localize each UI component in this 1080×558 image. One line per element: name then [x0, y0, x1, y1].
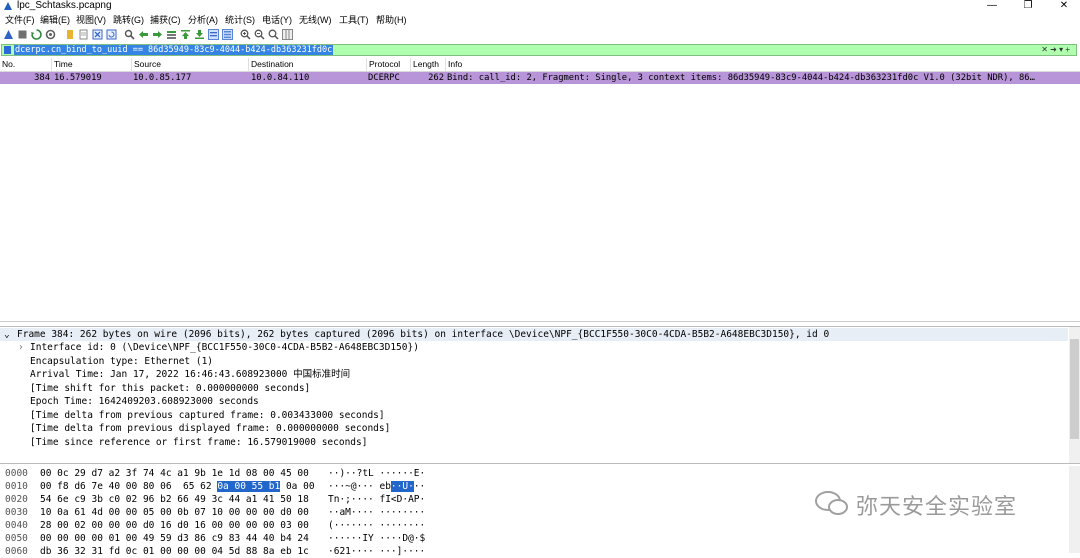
highlighted-bytes: 0a 00 55 b1	[217, 481, 281, 492]
filter-bookmark-icon[interactable]	[4, 46, 11, 54]
column-info[interactable]: Info	[446, 58, 1080, 71]
title-bar: lpc_Schtasks.pcapng — ❐ ✕	[0, 0, 1080, 13]
maximize-button[interactable]: ❐	[1013, 0, 1043, 13]
stop-capture-icon[interactable]	[17, 29, 28, 40]
menu-edit[interactable]: 编辑(E)	[40, 14, 70, 27]
tree-item-frame[interactable]: ⌄ Frame 384: 262 bytes on wire (2096 bit…	[0, 328, 1068, 341]
column-destination[interactable]: Destination	[249, 58, 367, 71]
highlighted-ascii: ··U·	[390, 481, 414, 492]
tree-item-delta-captured[interactable]: [Time delta from previous captured frame…	[30, 409, 385, 422]
go-forward-icon[interactable]	[152, 29, 163, 40]
watermark-text: 弥天安全实验室	[856, 495, 1018, 520]
close-file-icon[interactable]	[92, 29, 103, 40]
menu-statistics[interactable]: 统计(S)	[225, 14, 255, 27]
packet-protocol: DCERPC	[368, 73, 400, 83]
display-filter-bar[interactable]: dcerpc.cn_bind_to_uuid == 86d35949-83c9-…	[1, 44, 1077, 56]
tree-item-time-shift[interactable]: [Time shift for this packet: 0.000000000…	[30, 382, 310, 395]
wechat-logo-icon	[815, 491, 848, 515]
filter-controls[interactable]: ✕ ➜ ▾ +	[1041, 45, 1070, 55]
menu-analyze[interactable]: 分析(A)	[188, 14, 218, 27]
menu-help[interactable]: 帮助(H)	[376, 14, 407, 27]
menu-wireless[interactable]: 无线(W)	[299, 14, 332, 27]
packet-source: 10.0.85.177	[133, 73, 192, 83]
packet-info: Bind: call_id: 2, Fragment: Single, 3 co…	[447, 73, 1035, 83]
open-file-icon[interactable]	[64, 29, 75, 40]
display-filter-input[interactable]: dcerpc.cn_bind_to_uuid == 86d35949-83c9-…	[14, 45, 334, 55]
main-toolbar	[0, 28, 1080, 43]
column-time[interactable]: Time	[52, 58, 132, 71]
menu-file[interactable]: 文件(F)	[5, 14, 35, 27]
window-title: lpc_Schtasks.pcapng	[17, 0, 112, 11]
menu-capture[interactable]: 捕获(C)	[150, 14, 181, 27]
column-no[interactable]: No.	[0, 58, 52, 71]
tree-item-encapsulation[interactable]: Encapsulation type: Ethernet (1)	[30, 355, 213, 368]
resize-columns-icon[interactable]	[282, 29, 293, 40]
packet-list-header: No. Time Source Destination Protocol Len…	[0, 58, 1080, 72]
normal-size-icon[interactable]	[268, 29, 279, 40]
start-capture-icon[interactable]	[3, 29, 14, 40]
tree-item-delta-displayed[interactable]: [Time delta from previous displayed fram…	[30, 422, 390, 435]
capture-options-icon[interactable]	[45, 29, 56, 40]
last-packet-icon[interactable]	[194, 29, 205, 40]
bytes-scrollbar[interactable]	[1069, 466, 1080, 553]
expanded-chevron-icon[interactable]: ⌄	[4, 328, 10, 341]
column-length[interactable]: Length	[411, 58, 446, 71]
tree-item-time-since-reference[interactable]: [Time since reference or first frame: 16…	[30, 436, 367, 449]
go-to-packet-icon[interactable]	[166, 29, 177, 40]
restart-capture-icon[interactable]	[31, 29, 42, 40]
packet-list-pane: No. Time Source Destination Protocol Len…	[0, 58, 1080, 322]
find-packet-icon[interactable]	[124, 29, 135, 40]
wechat-watermark: 弥天安全实验室	[808, 485, 1048, 525]
tree-item-epoch-time[interactable]: Epoch Time: 1642409203.608923000 seconds	[30, 395, 259, 408]
column-source[interactable]: Source	[132, 58, 249, 71]
save-file-icon[interactable]	[78, 29, 89, 40]
details-scrollbar-thumb[interactable]	[1070, 339, 1079, 439]
tree-item-arrival-time[interactable]: Arrival Time: Jan 17, 2022 16:46:43.6089…	[30, 368, 350, 381]
close-button[interactable]: ✕	[1049, 0, 1079, 13]
packet-row[interactable]: 384 16.579019 10.0.85.177 10.0.84.110 DC…	[0, 72, 1080, 84]
packet-time: 16.579019	[54, 73, 102, 83]
menu-bar: 文件(F) 编辑(E) 视图(V) 跳转(G) 捕获(C) 分析(A) 统计(S…	[0, 14, 1080, 27]
menu-telephony[interactable]: 电话(Y)	[262, 14, 292, 27]
packet-destination: 10.0.84.110	[251, 73, 310, 83]
autoscroll-icon[interactable]	[208, 29, 219, 40]
menu-view[interactable]: 视图(V)	[76, 14, 106, 27]
collapsed-chevron-icon[interactable]: ›	[18, 341, 24, 354]
wireshark-fin-icon	[4, 2, 12, 10]
packet-no: 384	[34, 73, 50, 83]
first-packet-icon[interactable]	[180, 29, 191, 40]
zoom-out-icon[interactable]	[254, 29, 265, 40]
zoom-in-icon[interactable]	[240, 29, 251, 40]
colorize-icon[interactable]	[222, 29, 233, 40]
reload-file-icon[interactable]	[106, 29, 117, 40]
details-scrollbar[interactable]	[1069, 327, 1080, 463]
minimize-button[interactable]: —	[977, 0, 1007, 13]
menu-tools[interactable]: 工具(T)	[339, 14, 369, 27]
column-protocol[interactable]: Protocol	[367, 58, 411, 71]
packet-length: 262	[428, 73, 444, 83]
go-back-icon[interactable]	[138, 29, 149, 40]
packet-details-pane: ⌄ Frame 384: 262 bytes on wire (2096 bit…	[0, 326, 1080, 464]
menu-go[interactable]: 跳转(G)	[113, 14, 144, 27]
